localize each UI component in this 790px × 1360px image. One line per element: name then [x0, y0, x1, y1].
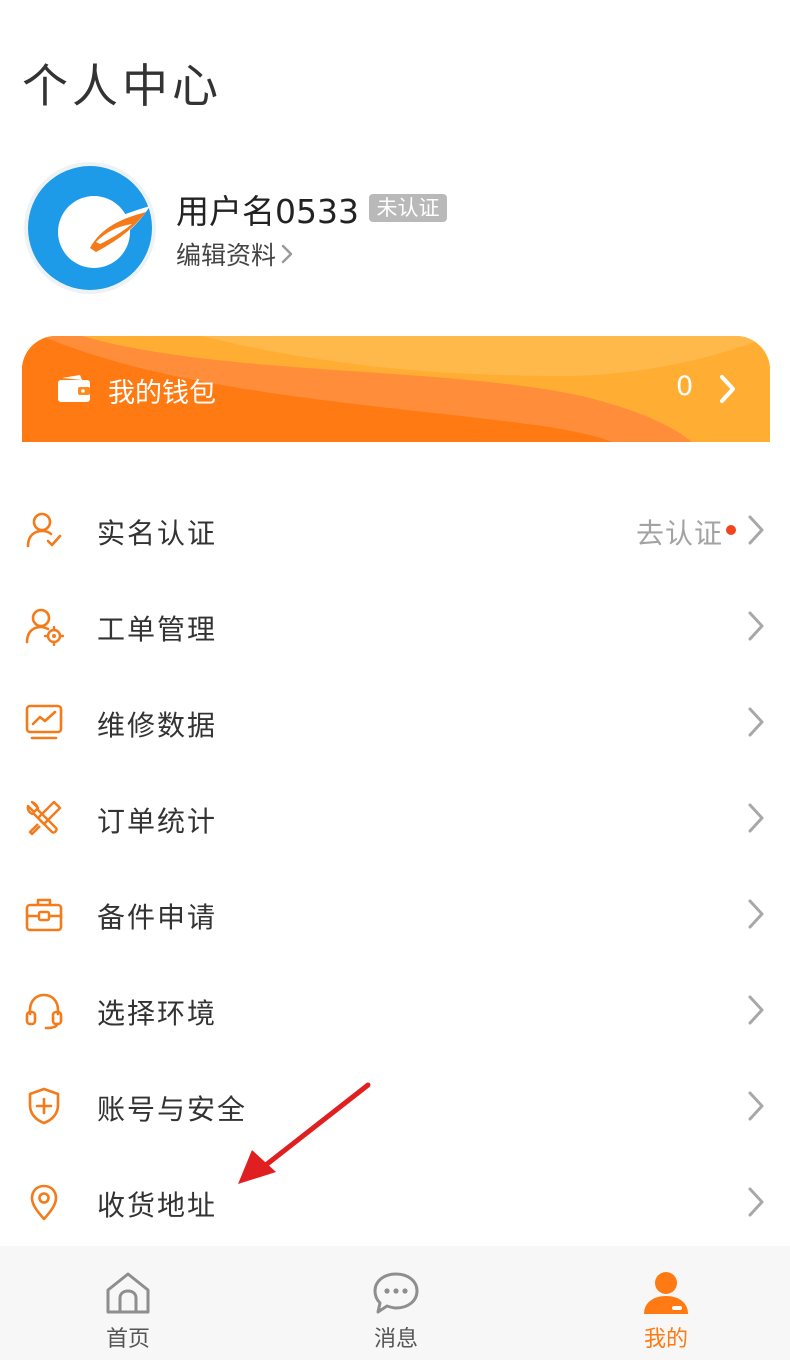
location-pin-icon	[30, 1184, 58, 1221]
wallet-label: 我的钱包	[108, 378, 216, 409]
chevron-right-icon	[748, 1091, 764, 1121]
menu-item-order-statistics[interactable]: 订单统计	[0, 770, 790, 866]
menu-item-label: 维修数据	[97, 709, 218, 742]
user-gear-icon	[25, 608, 64, 646]
menu-item-account-security[interactable]: 账号与安全	[0, 1058, 790, 1154]
tab-mine[interactable]: 我的	[596, 1246, 736, 1360]
tab-label: 我的	[643, 1327, 688, 1352]
wallet-balance: 0	[676, 371, 694, 402]
home-icon	[106, 1272, 150, 1314]
bottom-tab-bar: 首页 消息 我的	[0, 1246, 790, 1360]
tools-icon	[26, 800, 62, 836]
personal-center-page: 个人中心 用户名0533 未认证 编辑资料 我的钱包 0 实名认证 去认证 工单…	[0, 0, 790, 1360]
tab-messages[interactable]: 消息	[326, 1246, 466, 1360]
chevron-right-icon	[720, 375, 735, 403]
menu-item-label: 工单管理	[97, 613, 218, 646]
menu-item-repair-data[interactable]: 维修数据	[0, 674, 790, 770]
wallet-card[interactable]: 我的钱包 0	[22, 336, 770, 442]
chevron-right-icon	[748, 515, 764, 545]
menu-item-label: 订单统计	[97, 805, 218, 838]
person-icon	[644, 1272, 688, 1314]
menu-item-label: 收货地址	[97, 1189, 218, 1222]
menu-item-select-environment[interactable]: 选择环境	[0, 962, 790, 1058]
wallet-icon	[58, 375, 90, 402]
edit-profile-link[interactable]: 编辑资料	[176, 236, 294, 272]
chart-monitor-icon	[25, 704, 63, 740]
menu-item-label: 账号与安全	[97, 1093, 248, 1126]
tab-home[interactable]: 首页	[58, 1246, 198, 1360]
chevron-right-icon	[748, 1187, 764, 1217]
user-check-icon	[26, 512, 62, 548]
menu-item-spare-parts-request[interactable]: 备件申请	[0, 866, 790, 962]
avatar[interactable]	[24, 162, 156, 294]
notification-dot	[726, 525, 736, 535]
verify-status-text: 去认证	[636, 517, 724, 550]
page-title: 个人中心	[22, 59, 222, 113]
headset-icon	[25, 993, 63, 1030]
chevron-right-icon	[748, 803, 764, 833]
menu-item-work-order-management[interactable]: 工单管理	[0, 578, 790, 674]
shield-plus-icon	[28, 1087, 60, 1125]
menu-item-label: 选择环境	[97, 997, 218, 1030]
verification-status-badge: 未认证	[369, 194, 447, 222]
chevron-right-icon	[748, 899, 764, 929]
tab-label: 消息	[373, 1327, 418, 1352]
username: 用户名0533	[176, 192, 359, 231]
chevron-right-icon	[748, 611, 764, 641]
toolbox-icon	[25, 898, 63, 932]
edit-profile-label: 编辑资料	[176, 241, 277, 270]
app-logo-icon	[28, 166, 152, 290]
menu-item-real-name-verification[interactable]: 实名认证 去认证	[0, 482, 790, 578]
menu-item-label: 实名认证	[97, 517, 218, 550]
menu-item-label: 备件申请	[97, 901, 218, 934]
menu-item-shipping-address[interactable]: 收货地址	[0, 1154, 790, 1250]
chevron-right-icon	[748, 995, 764, 1025]
tab-label: 首页	[105, 1327, 150, 1352]
chat-bubble-icon	[373, 1272, 419, 1314]
chevron-right-icon	[748, 707, 764, 737]
chevron-right-icon	[281, 244, 293, 264]
